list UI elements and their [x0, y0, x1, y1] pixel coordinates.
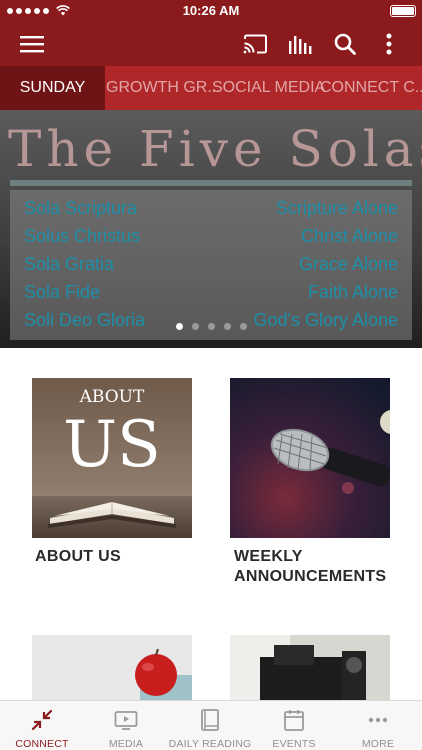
tab-growth-groups[interactable]: GROWTH GR... [106, 66, 221, 110]
about-image-line1: ABOUT [79, 387, 145, 407]
page-dot[interactable] [223, 323, 231, 330]
nav-label: DAILY READING [168, 738, 252, 750]
page-dot[interactable] [191, 323, 199, 330]
sola-english: Christ Alone [300, 226, 398, 246]
connect-arrows-icon [31, 709, 53, 731]
sola-latin: Solus Christus [24, 226, 141, 246]
carousel-page-indicator[interactable] [0, 323, 422, 330]
nav-media[interactable]: MEDIA [84, 701, 168, 750]
more-vertical-icon[interactable] [376, 31, 402, 57]
sola-latin: Sola Gratia [24, 254, 115, 274]
hero-divider [10, 180, 412, 186]
hero-carousel[interactable]: The Five Solas Sola Scriptura Scripture … [0, 110, 422, 348]
tab-social-media[interactable]: SOCIAL MEDIA [212, 66, 325, 110]
sola-row: Sola Scriptura Scripture Alone [10, 198, 412, 226]
calendar-icon [284, 710, 304, 731]
tab-sunday[interactable]: SUNDAY [0, 66, 105, 110]
cast-icon[interactable] [242, 31, 268, 57]
nav-events[interactable]: EVENTS [252, 701, 336, 750]
search-icon[interactable] [332, 31, 358, 57]
nav-more[interactable]: MORE [336, 701, 420, 750]
page-dot[interactable] [239, 323, 247, 330]
app-bar [0, 22, 422, 66]
about-us-card-image[interactable]: ABOUT US [32, 378, 192, 538]
audio-bars-icon[interactable] [287, 31, 313, 57]
tab-connect[interactable]: CONNECT C... [320, 66, 422, 110]
nav-label: EVENTS [272, 738, 316, 750]
sola-latin: Sola Scriptura [24, 198, 138, 218]
weekly-announcements-card-image[interactable] [230, 378, 390, 538]
about-image-line2: US [63, 408, 161, 482]
sola-row: Sola Fide Faith Alone [10, 282, 412, 310]
sola-row: Solus Christus Christ Alone [10, 226, 412, 254]
hamburger-menu-icon[interactable] [19, 31, 45, 57]
sola-english: Grace Alone [298, 254, 398, 274]
about-us-label[interactable]: ABOUT US [35, 547, 205, 567]
camera-card-image[interactable] [230, 635, 390, 700]
battery-icon [390, 5, 416, 17]
hero-title: The Five Solas [8, 120, 422, 178]
nav-daily-reading[interactable]: DAILY READING [168, 701, 252, 750]
sola-latin: Sola Fide [24, 282, 101, 302]
solas-panel: Sola Scriptura Scripture Alone Solus Chr… [10, 190, 412, 340]
nav-connect[interactable]: CONNECT [0, 701, 84, 750]
nav-label: MORE [361, 738, 395, 750]
media-play-icon [114, 711, 138, 730]
book-icon [201, 709, 219, 731]
status-bar: 10:26 AM [0, 0, 422, 22]
sola-row: Sola Gratia Grace Alone [10, 254, 412, 282]
bottom-navigation: CONNECT MEDIA DAILY READING EVENTS MORE [0, 700, 422, 750]
more-horizontal-icon [368, 717, 388, 723]
page-dot[interactable] [207, 323, 215, 330]
category-tabs: SUNDAY GROWTH GR... SOCIAL MEDIA CONNECT… [0, 66, 422, 110]
sola-english: Faith Alone [307, 282, 398, 302]
nav-label: MEDIA [108, 738, 144, 750]
nav-label: CONNECT [15, 738, 69, 750]
sola-english: Scripture Alone [275, 198, 398, 218]
apple-card-image[interactable] [32, 635, 192, 700]
weekly-announcements-label[interactable]: WEEKLY ANNOUNCEMENTS [234, 547, 404, 587]
status-time: 10:26 AM [182, 3, 240, 18]
page-dot[interactable] [175, 323, 183, 330]
